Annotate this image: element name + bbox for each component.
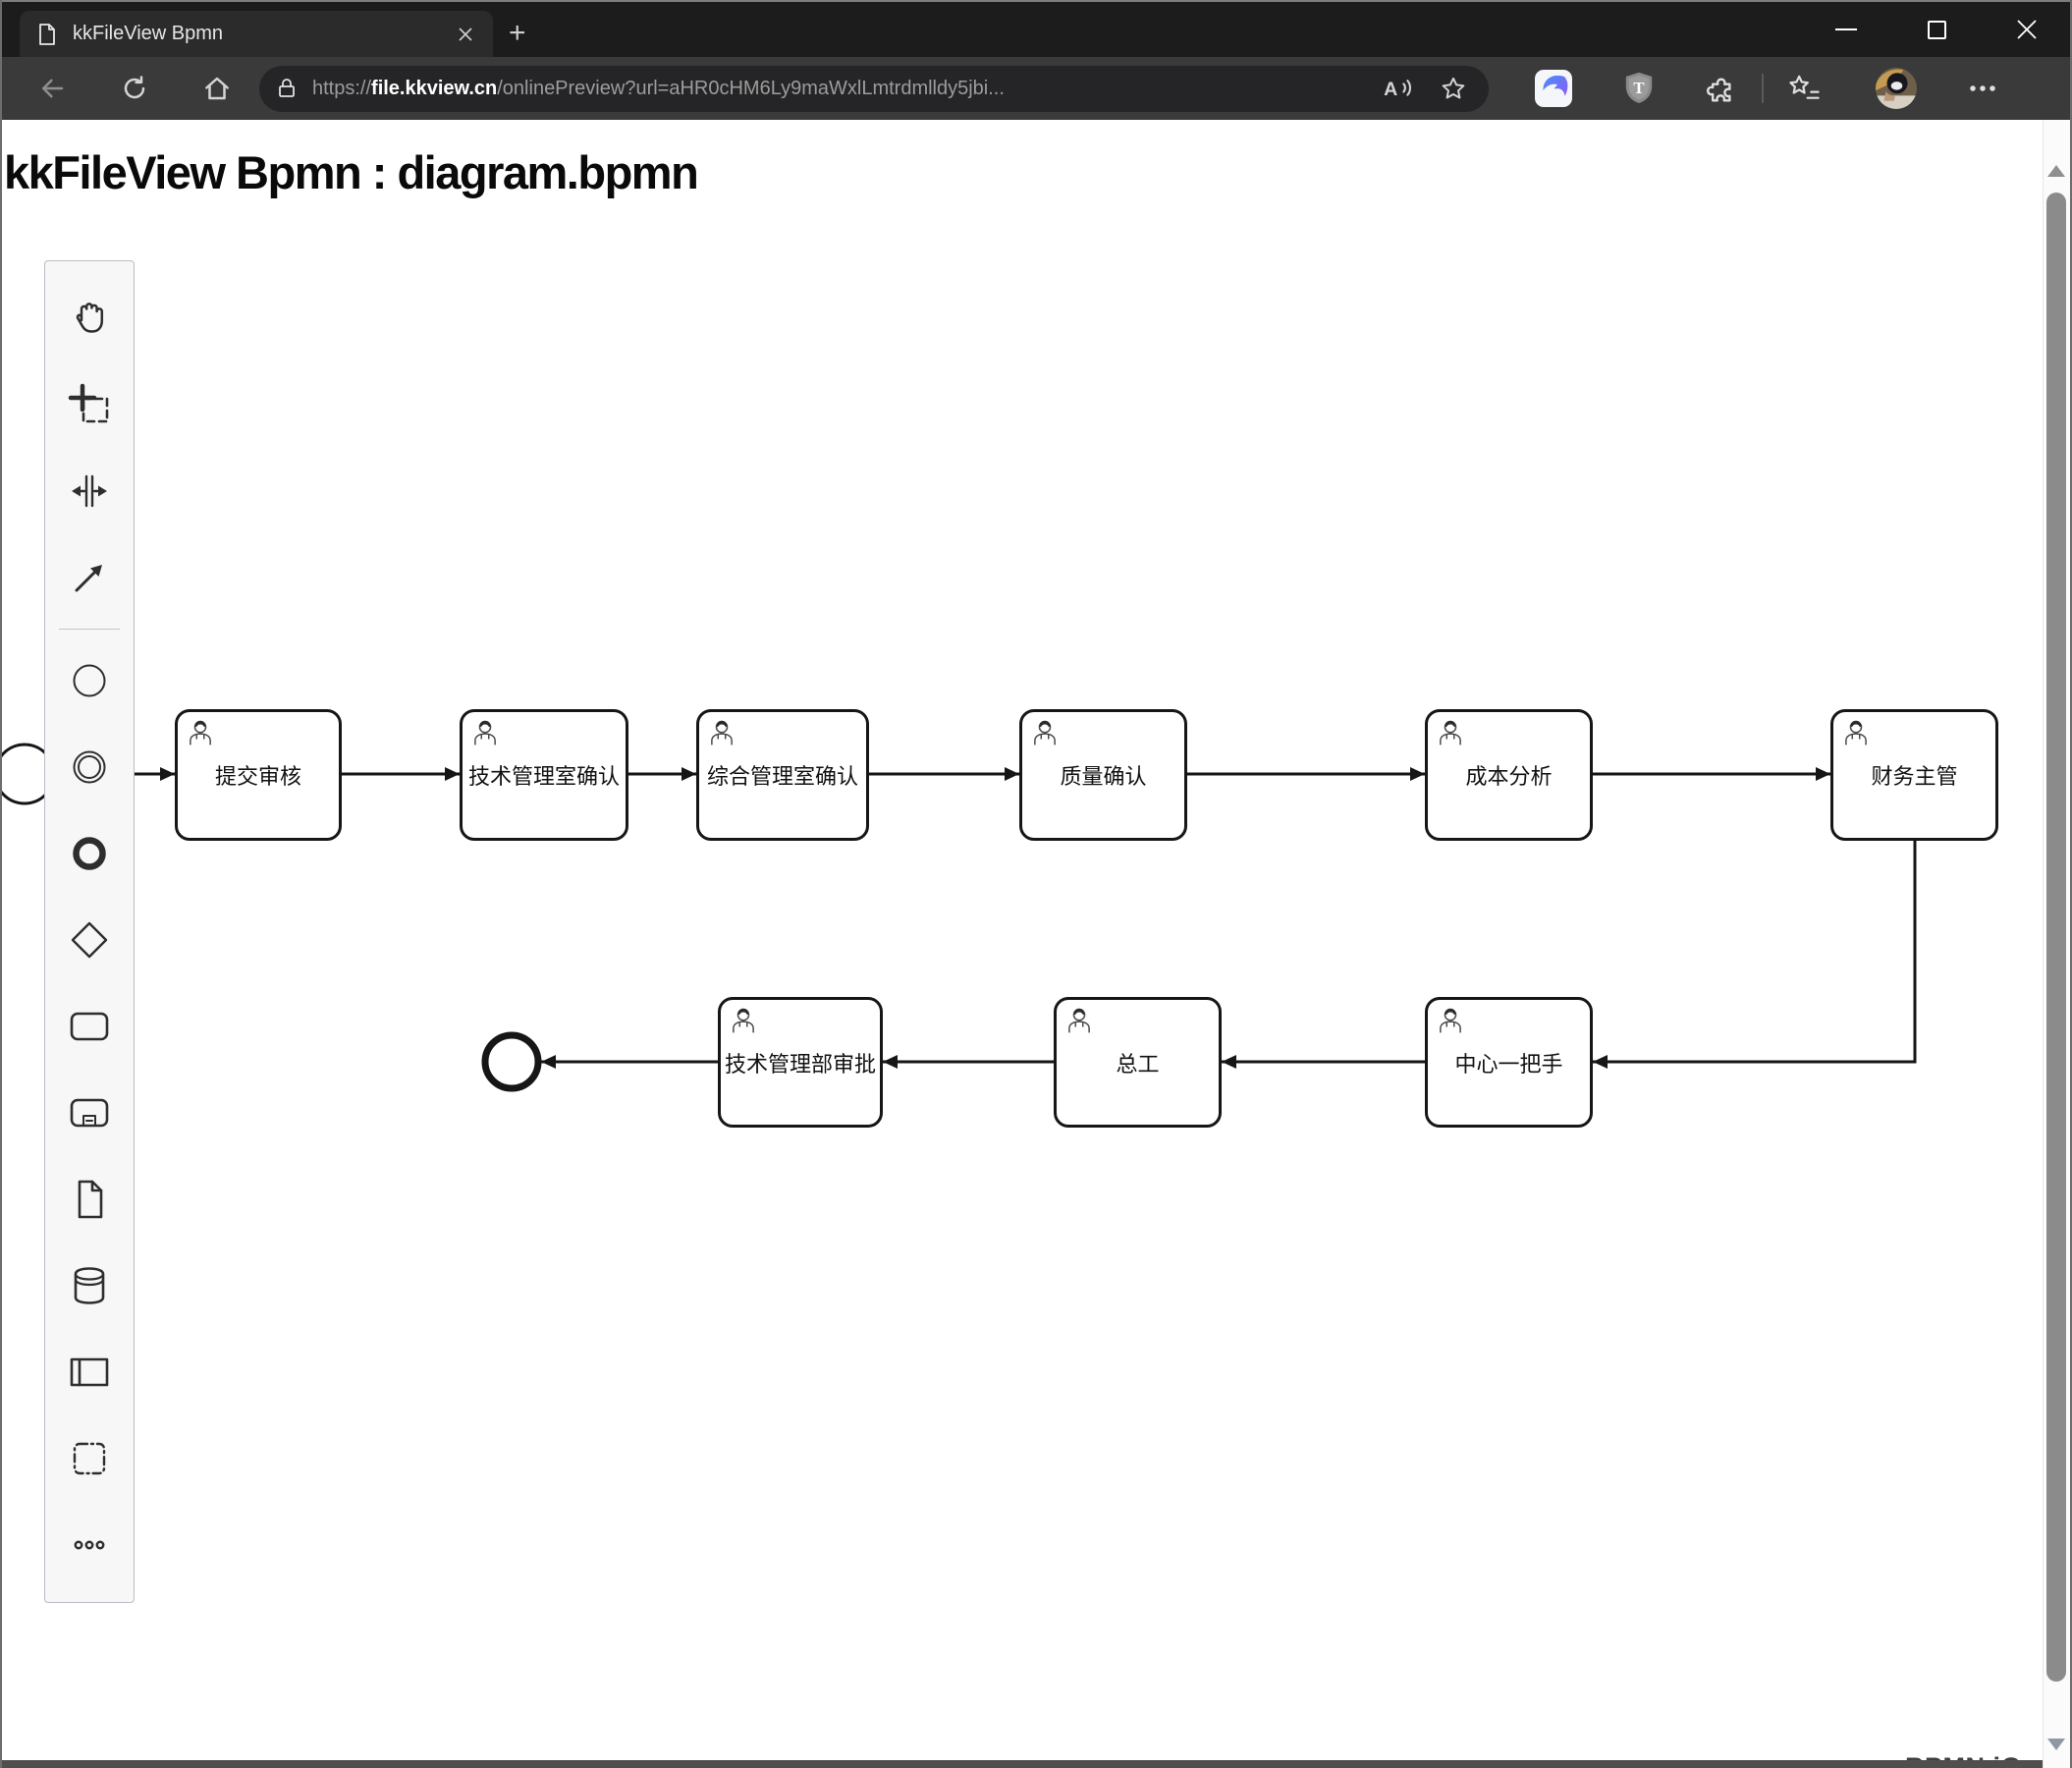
user-task-icon [474,720,496,746]
task-label: 财务主管 [1871,764,1958,789]
user-task-icon [1034,720,1056,746]
palette-gateway[interactable] [44,897,135,983]
user-task-tech-office[interactable]: 技术管理室确认 [460,709,628,841]
palette-lasso-tool[interactable] [44,361,135,448]
task-label: 技术管理室确认 [467,764,620,789]
read-aloud-icon[interactable]: A [1383,75,1412,102]
end-event[interactable] [481,1031,542,1092]
palette-data-store[interactable] [44,1243,135,1329]
refresh-icon[interactable] [120,74,149,103]
palette-more-options[interactable] [44,1502,135,1588]
browser-toolbar: https://file.kkview.cn/onlinePreview?url… [0,57,2072,120]
window-border-left [0,0,2,1768]
arrowhead-icon [1593,1055,1608,1069]
tab-bar: kkFileView Bpmn + [0,2,2072,57]
page-file-icon [36,23,58,46]
user-task-general-office[interactable]: 综合管理室确认 [696,709,869,841]
arrowhead-icon [1005,767,1019,781]
user-task-tech-dept[interactable]: 技术管理部审批 [718,997,883,1128]
task-label: 总工 [1116,1051,1160,1077]
user-task-icon [1440,1008,1461,1033]
svg-text:T: T [1633,79,1644,97]
arrowhead-icon [1222,1055,1236,1069]
extensions-puzzle-icon[interactable] [1707,73,1738,104]
user-task-icon [711,720,733,746]
url-text: https://file.kkview.cn/onlinePreview?url… [312,78,1383,100]
task-label: 中心一把手 [1454,1051,1563,1077]
tab-title: kkFileView Bpmn [73,23,224,44]
arrowhead-icon [1816,767,1830,781]
palette-end-event[interactable] [44,810,135,897]
arrowhead-icon [682,767,696,781]
window-border-top [0,0,2072,2]
user-task-submit[interactable]: 提交审核 [175,709,342,841]
page-title: kkFileView Bpmn : diagram.bpmn [4,146,699,198]
task-label: 质量确认 [1060,764,1147,789]
user-task-center-head[interactable]: 中心一把手 [1425,997,1593,1128]
sequence-flow[interactable] [1593,841,1917,1064]
bpmn-canvas[interactable]: 提交审核 技术管理室确认 综合管理室确认 质量确认 成本分析 财务主管 技术管理… [0,0,2072,1768]
arrowhead-icon [160,767,175,781]
home-icon[interactable] [202,74,232,103]
palette-separator [59,629,120,630]
vertical-scrollbar[interactable] [2043,120,2070,1768]
user-task-icon [1845,720,1867,746]
palette-task[interactable] [44,983,135,1070]
url-host: file.kkview.cn [371,77,498,99]
user-task-chief[interactable]: 总工 [1054,997,1222,1128]
window-controls [1828,2,2045,57]
url-bar[interactable]: https://file.kkview.cn/onlinePreview?url… [259,65,1489,112]
read-aloud-letter: A [1384,79,1397,100]
palette-global-connect-tool[interactable] [44,534,135,621]
minimize-button[interactable] [1828,12,1864,47]
palette-space-tool[interactable] [44,448,135,534]
maximize-button[interactable] [1919,12,1954,47]
task-label: 技术管理部审批 [724,1051,876,1077]
user-task-quality[interactable]: 质量确认 [1019,709,1187,841]
settings-menu-icon[interactable] [1968,74,1997,103]
sequence-flow-layer [0,743,1917,1092]
palette-participant[interactable] [44,1329,135,1415]
collections-icon[interactable] [1787,73,1821,104]
task-label: 成本分析 [1465,764,1553,789]
scrollbar-thumb[interactable] [2046,193,2066,1682]
task-label: 提交审核 [214,764,301,789]
user-task-icon [190,720,211,746]
arrowhead-icon [883,1055,898,1069]
favorite-star-icon[interactable] [1440,75,1467,102]
arrowhead-icon [445,767,460,781]
new-tab-button[interactable]: + [509,19,526,48]
palette-group[interactable] [44,1415,135,1502]
tab-close-icon[interactable] [454,23,477,46]
tab-kkfileview[interactable]: kkFileView Bpmn [20,11,493,57]
task-label: 综合管理室确认 [706,764,858,789]
lock-icon[interactable] [276,77,298,100]
user-task-cost[interactable]: 成本分析 [1425,709,1593,841]
palette-intermediate-event[interactable] [44,724,135,810]
url-path: /onlinePreview?url=aHR0cHM6Ly9maWxlLmtrd… [497,77,1005,99]
user-task-icon [1068,1008,1090,1033]
palette-subprocess[interactable] [44,1070,135,1156]
arrowhead-icon [541,1055,556,1069]
thunder-extension-icon[interactable] [1534,69,1573,108]
profile-avatar[interactable] [1876,68,1917,109]
url-scheme: https:// [312,77,372,99]
close-button[interactable] [2009,12,2045,47]
palette-start-event[interactable] [44,637,135,724]
scroll-down-arrow-icon[interactable] [2047,1739,2065,1750]
user-task-icon [1440,720,1461,746]
palette-data-object[interactable] [44,1156,135,1243]
browser-window: kkFileView Bpmn + https://file.kkview.cn… [0,0,2072,1768]
tampermonkey-extension-icon[interactable]: T [1622,71,1656,106]
bottom-scroll-strip [0,1760,2072,1768]
palette-hand-tool[interactable] [44,275,135,361]
user-task-icon [733,1008,754,1033]
user-task-finance[interactable]: 财务主管 [1830,709,1998,841]
bpmn-palette [44,260,135,1603]
scroll-up-arrow-icon[interactable] [2047,165,2065,177]
arrowhead-icon [1410,767,1425,781]
toolbar-divider [1762,74,1764,103]
back-icon[interactable] [37,74,67,103]
